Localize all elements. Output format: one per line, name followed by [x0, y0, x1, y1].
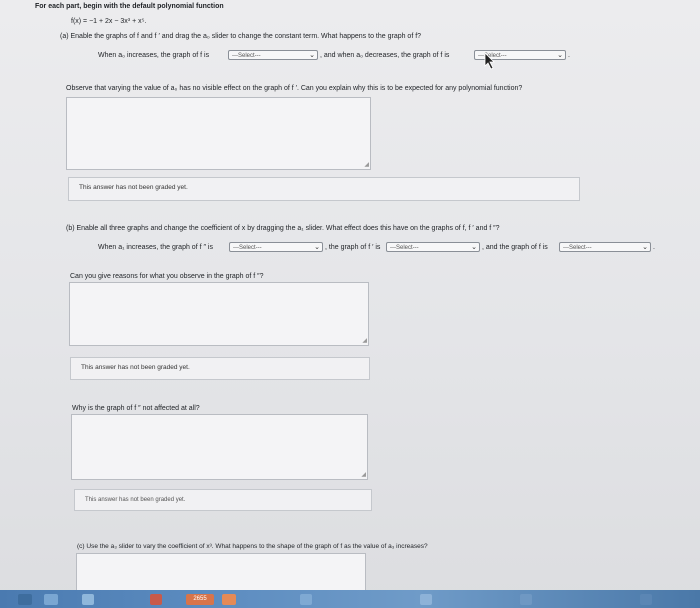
- select-label: ---Select---: [232, 53, 261, 59]
- select-label: ---Select---: [563, 245, 592, 251]
- feedback-text: This answer has not been graded yet.: [79, 184, 188, 191]
- part-a-observe: Observe that varying the value of a₀ has…: [66, 85, 523, 92]
- chevron-down-icon: ⌄: [314, 244, 320, 251]
- chevron-down-icon: ⌄: [642, 244, 648, 251]
- part-a-answer-textarea[interactable]: ◢: [66, 97, 371, 170]
- period-text: .: [653, 244, 655, 251]
- dock-icon[interactable]: [300, 594, 312, 605]
- part-b-feedback-2: This answer has not been graded yet.: [74, 489, 372, 511]
- part-b-when-increases: When a₁ increases, the graph of f ″ is: [98, 244, 213, 251]
- dock-icon[interactable]: [420, 594, 432, 605]
- part-b-feedback-1: This answer has not been graded yet.: [70, 357, 370, 380]
- intro-heading: For each part, begin with the default po…: [35, 3, 224, 10]
- dock-icon[interactable]: [82, 594, 94, 605]
- polynomial-function: f(x) = −1 + 2x − 3x³ + x⁵.: [71, 18, 147, 25]
- part-a-feedback: This answer has not been graded yet.: [68, 177, 580, 201]
- dock-icon[interactable]: [520, 594, 532, 605]
- taskbar-count-button[interactable]: 2655: [186, 594, 214, 605]
- chevron-down-icon: ⌄: [309, 52, 315, 59]
- part-b-answer-2-textarea[interactable]: ◢: [71, 414, 368, 480]
- feedback-text: This answer has not been graded yet.: [85, 497, 186, 503]
- chevron-down-icon: ⌄: [557, 52, 563, 59]
- chevron-down-icon: ⌄: [471, 244, 477, 251]
- dock-icon[interactable]: [150, 594, 162, 605]
- part-a-select-increase[interactable]: ---Select--- ⌄: [228, 50, 318, 60]
- resize-grip-icon: ◢: [361, 472, 366, 478]
- feedback-text: This answer has not been graded yet.: [81, 364, 190, 371]
- part-b-graph-of-fprime: , the graph of f ′ is: [325, 244, 381, 251]
- part-b-prompt: (b) Enable all three graphs and change t…: [66, 225, 500, 232]
- part-b-select-f1[interactable]: ---Select--- ⌄: [386, 242, 480, 252]
- part-c-answer-textarea[interactable]: [76, 553, 366, 593]
- part-b-select-f0[interactable]: ---Select--- ⌄: [559, 242, 651, 252]
- part-a-when-increases: When a₀ increases, the graph of f is: [98, 52, 210, 59]
- select-label: ---Select---: [390, 245, 419, 251]
- worksheet-page: For each part, begin with the default po…: [0, 0, 700, 608]
- part-b-question-2: Why is the graph of f ″ not affected at …: [72, 405, 200, 412]
- mouse-cursor-icon: [484, 52, 495, 70]
- select-label: ---Select---: [233, 245, 262, 251]
- part-c-prompt: (c) Use the a₃ slider to vary the coeffi…: [77, 543, 428, 550]
- part-b-answer-1-textarea[interactable]: ◢: [69, 282, 369, 346]
- dock-icon[interactable]: [222, 594, 236, 605]
- resize-grip-icon: ◢: [362, 338, 367, 344]
- dock-icon[interactable]: [640, 594, 652, 605]
- resize-grip-icon: ◢: [364, 162, 369, 168]
- period-text: .: [568, 52, 570, 59]
- taskbar: 2655: [0, 590, 700, 608]
- part-b-select-f2[interactable]: ---Select--- ⌄: [229, 242, 323, 252]
- part-a-and-when-decreases: , and when a₀ decreases, the graph of f …: [320, 52, 450, 59]
- part-b-graph-of-f: , and the graph of f is: [482, 244, 548, 251]
- taskbar-button-label: 2655: [193, 596, 207, 602]
- part-b-question-1: Can you give reasons for what you observ…: [70, 273, 264, 280]
- part-a-prompt: (a) Enable the graphs of f and f ′ and d…: [60, 33, 422, 40]
- dock-icon[interactable]: [44, 594, 58, 605]
- dock-icon[interactable]: [18, 594, 32, 605]
